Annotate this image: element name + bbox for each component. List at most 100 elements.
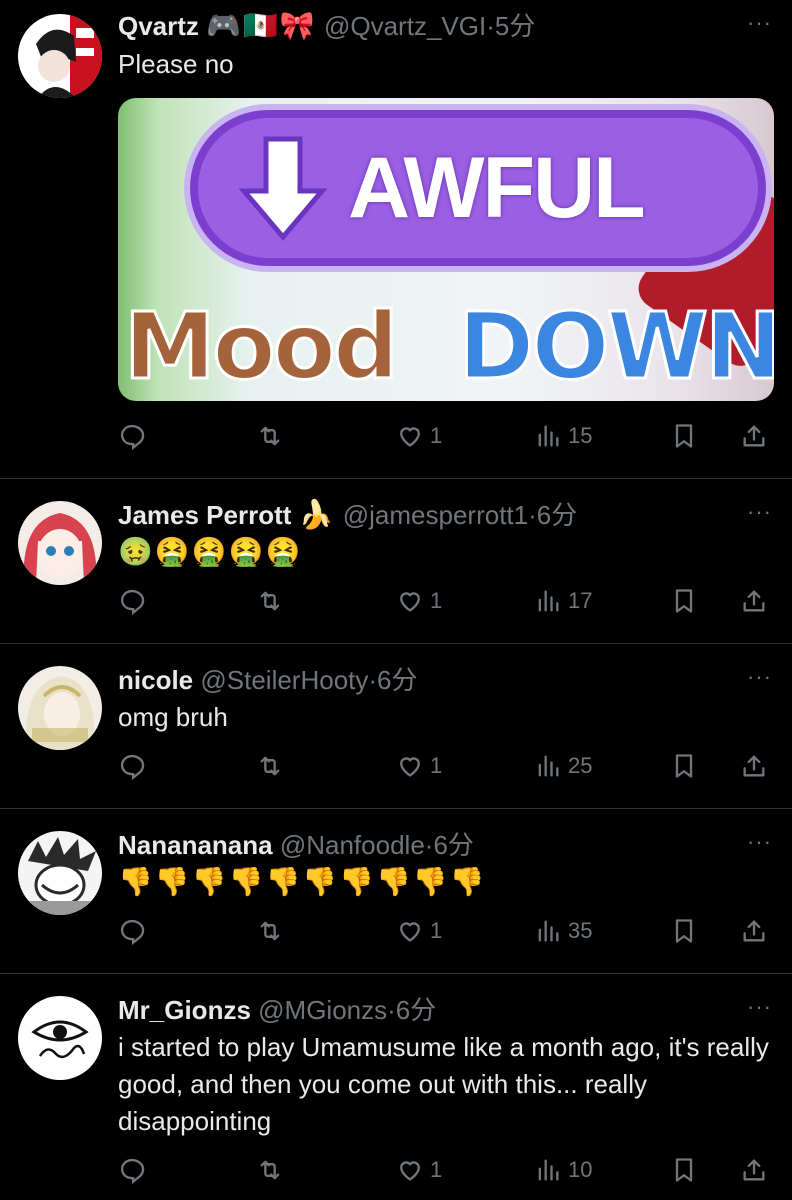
avatar-image <box>18 831 102 915</box>
avatar-image <box>18 14 102 98</box>
share-button[interactable] <box>740 585 768 617</box>
tweet-4[interactable]: Nanananana @Nanfoodle·6分 ··· 👎👎👎👎👎👎👎👎👎👎 … <box>0 809 792 973</box>
share-icon <box>743 1159 765 1181</box>
like-icon <box>400 922 420 942</box>
media-mood-text: Mood <box>123 292 401 402</box>
like-button[interactable]: 1 <box>396 585 442 617</box>
views-button[interactable]: 35 <box>534 915 592 947</box>
more-options-button[interactable]: ··· <box>747 829 772 855</box>
tweet-2[interactable]: James Perrott 🍌 @jamesperrott1·6分 ··· 🤢🤮… <box>0 479 792 643</box>
share-button[interactable] <box>740 915 768 947</box>
views-button[interactable]: 17 <box>534 585 592 617</box>
like-icon <box>400 757 420 777</box>
author-name[interactable]: nicole <box>118 665 193 695</box>
bookmark-icon <box>675 919 693 943</box>
views-button[interactable]: 15 <box>534 420 592 452</box>
share-button[interactable] <box>740 750 768 782</box>
reply-button[interactable] <box>118 915 146 947</box>
author-name[interactable]: Nanananana <box>118 830 273 860</box>
tweet-header: Nanananana @Nanfoodle·6分 <box>118 829 474 861</box>
like-button[interactable]: 1 <box>396 420 442 452</box>
retweet-button[interactable] <box>256 420 284 452</box>
timestamp[interactable]: ·5分 <box>486 11 535 41</box>
bookmark-icon <box>675 589 693 613</box>
views-button[interactable]: 10 <box>534 1154 592 1186</box>
tweet-media-image[interactable]: AWFUL Mood DOWN <box>118 98 774 401</box>
like-count: 1 <box>430 918 443 943</box>
media-awful-banner: AWFUL <box>198 118 758 258</box>
timestamp[interactable]: ·6分 <box>528 500 577 530</box>
like-count: 1 <box>430 588 443 613</box>
tweet-actions: 1 17 <box>118 585 778 617</box>
reply-button[interactable] <box>118 750 146 782</box>
views-icon <box>538 920 559 942</box>
more-options-button[interactable]: ··· <box>747 499 772 525</box>
retweet-icon <box>260 921 280 941</box>
avatar[interactable] <box>18 996 102 1080</box>
avatar[interactable] <box>18 14 102 98</box>
author-name[interactable]: James Perrott <box>118 500 291 530</box>
bookmark-icon <box>675 754 693 778</box>
bookmark-button[interactable] <box>670 585 698 617</box>
bookmark-button[interactable] <box>670 420 698 452</box>
avatar[interactable] <box>18 666 102 750</box>
like-button[interactable]: 1 <box>396 750 442 782</box>
bookmark-icon <box>675 424 693 448</box>
more-options-button[interactable]: ··· <box>747 10 772 36</box>
author-handle[interactable]: @Qvartz_VGI <box>324 11 486 41</box>
share-button[interactable] <box>740 1154 768 1186</box>
author-name[interactable]: Mr_Gionzs <box>118 995 251 1025</box>
timestamp[interactable]: ·6分 <box>387 995 436 1025</box>
tweet-actions: 1 10 <box>118 1154 778 1186</box>
tweet-text: 🤢🤮🤮🤮🤮 <box>118 536 303 567</box>
reply-button[interactable] <box>118 420 146 452</box>
retweet-button[interactable] <box>256 1154 284 1186</box>
author-name[interactable]: Qvartz <box>118 11 199 41</box>
like-icon <box>400 427 420 447</box>
name-badges: 🎮🇲🇽🎀 <box>206 10 317 41</box>
media-down-text: DOWN <box>456 292 774 402</box>
tweet-header: Qvartz 🎮🇲🇽🎀 @Qvartz_VGI·5分 <box>118 10 535 42</box>
bookmark-button[interactable] <box>670 750 698 782</box>
share-icon <box>743 755 765 777</box>
views-count: 25 <box>568 753 593 778</box>
views-count: 10 <box>568 1157 593 1182</box>
timestamp[interactable]: ·6分 <box>368 665 417 695</box>
like-count: 1 <box>430 1157 443 1182</box>
tweet-actions: 1 35 <box>118 915 778 947</box>
like-button[interactable]: 1 <box>396 1154 442 1186</box>
retweet-button[interactable] <box>256 585 284 617</box>
bookmark-button[interactable] <box>670 1154 698 1186</box>
reply-button[interactable] <box>118 585 146 617</box>
tweet-5[interactable]: Mr_Gionzs @MGionzs·6分 ··· i started to p… <box>0 974 792 1200</box>
timestamp[interactable]: ·6分 <box>425 830 474 860</box>
retweet-icon <box>260 591 280 611</box>
retweet-button[interactable] <box>256 750 284 782</box>
tweet-1[interactable]: Qvartz 🎮🇲🇽🎀 @Qvartz_VGI·5分 ··· Please no… <box>0 0 792 478</box>
like-button[interactable]: 1 <box>396 915 442 947</box>
reply-button[interactable] <box>118 1154 146 1186</box>
author-handle[interactable]: @Nanfoodle <box>280 830 425 860</box>
tweet-header: Mr_Gionzs @MGionzs·6分 <box>118 994 436 1026</box>
views-count: 17 <box>568 588 593 613</box>
more-options-button[interactable]: ··· <box>747 994 772 1020</box>
retweet-icon <box>260 1160 280 1180</box>
avatar[interactable] <box>18 501 102 585</box>
retweet-icon <box>260 426 280 446</box>
share-button[interactable] <box>740 420 768 452</box>
reply-icon <box>120 754 145 780</box>
tweet-3[interactable]: nicole @SteilerHooty·6分 ··· omg bruh 1 2… <box>0 644 792 808</box>
tweet-header: nicole @SteilerHooty·6分 <box>118 664 418 696</box>
author-handle[interactable]: @SteilerHooty <box>200 665 368 695</box>
avatar[interactable] <box>18 831 102 915</box>
tweet-text: 👎👎👎👎👎👎👎👎👎👎 <box>118 866 487 897</box>
more-options-button[interactable]: ··· <box>747 664 772 690</box>
down-arrow-icon <box>238 136 328 241</box>
retweet-button[interactable] <box>256 915 284 947</box>
author-handle[interactable]: @jamesperrott1 <box>343 500 528 530</box>
bookmark-button[interactable] <box>670 915 698 947</box>
views-button[interactable]: 25 <box>534 750 592 782</box>
author-handle[interactable]: @MGionzs <box>258 995 387 1025</box>
views-count: 15 <box>568 423 593 448</box>
media-top-text: AWFUL <box>348 139 646 236</box>
